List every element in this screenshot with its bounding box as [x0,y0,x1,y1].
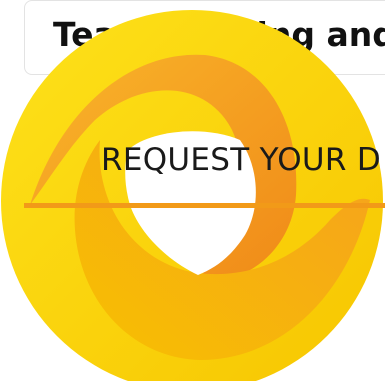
swirl-ring-logo-icon [1,10,383,381]
screen: Team Building and Ke REQUEST YOUR D [0,0,385,381]
request-demo-button[interactable]: REQUEST YOUR D [101,142,381,178]
cta-underline [24,203,385,208]
